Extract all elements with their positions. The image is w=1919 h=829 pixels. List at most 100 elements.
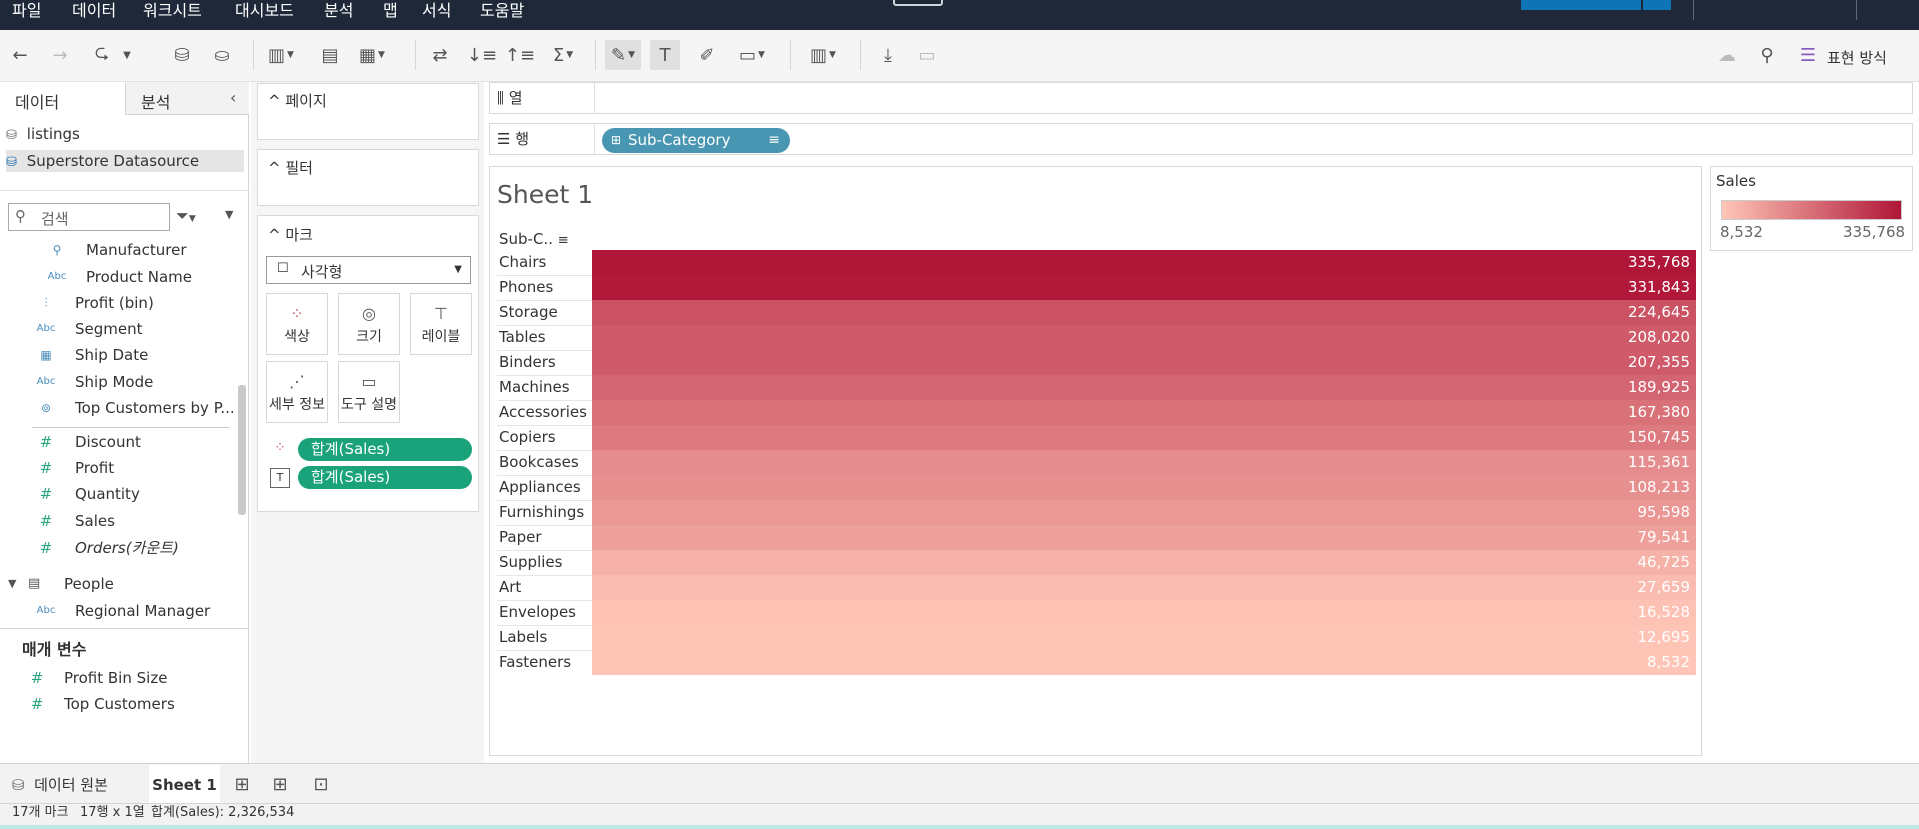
sort-ascending-icon[interactable]: ↓≡ [467,40,497,70]
mark-size-button[interactable]: ◎ 크기 [338,293,400,355]
fix-axes-icon[interactable]: ✐ [692,40,722,70]
replay-icon[interactable]: ⮎ [87,40,117,70]
sum-sales-color-pill[interactable]: 합계(Sales) [298,438,472,461]
new-worksheet-icon[interactable]: ⊞ [227,770,257,800]
menu-divider [1693,0,1694,20]
highlight-icon[interactable]: ✎ ▼ [605,40,641,70]
fit-icon[interactable]: ▭ ▼ [732,40,772,70]
datasource-superstore[interactable]: ⛁ Superstore Datasource [6,150,244,172]
row-label[interactable]: Copiers [499,425,556,450]
sort-descending-icon[interactable]: ↑≡ [505,40,535,70]
row-label[interactable]: Bookcases [499,450,579,475]
heatmap-cell[interactable]: 8,532 [592,650,1696,675]
publish-dropdown[interactable] [1643,0,1671,10]
menu-dashboard[interactable]: 대시보드 [235,0,294,30]
heatmap-cell[interactable]: 224,645 [592,300,1696,325]
pause-updates-icon[interactable]: ⛀ [207,40,237,70]
row-label[interactable]: Accessories [499,400,587,425]
tab-data-source[interactable]: ⛁ 데이터 원본 [12,770,108,800]
sum-sales-label-pill[interactable]: 합계(Sales) [298,466,472,489]
totals-icon[interactable]: Σ ▼ [548,40,578,70]
show-cards-icon[interactable]: ▥ ▼ [803,40,843,70]
row-label[interactable]: Chairs [499,250,546,275]
paint-icon[interactable]: ⚲ [1752,40,1782,70]
menu-file[interactable]: 파일 [12,0,41,30]
show-me-label[interactable]: 표현 방식 [1827,47,1887,68]
search-input[interactable]: ⚲ 검색 [8,203,170,231]
row-label[interactable]: Tables [499,325,546,350]
abc-icon: Abc [36,376,56,387]
row-label[interactable]: Phones [499,275,553,300]
heatmap-cell[interactable]: 150,745 [592,425,1696,450]
mark-detail-button[interactable]: ⋰ 세부 정보 [266,361,328,423]
datasource-listings[interactable]: ⛁ listings [6,123,244,145]
heatmap-cell[interactable]: 79,541 [592,525,1696,550]
chevron-down-icon: ▼ [454,264,462,275]
heatmap-cell[interactable]: 12,695 [592,625,1696,650]
columns-shelf[interactable]: ⫼ 열 [489,82,1913,114]
swap-icon[interactable]: ⇄ [425,40,455,70]
mark-type-select[interactable]: ☐ 사각형 ▼ [266,256,471,284]
row-separator [497,450,592,451]
menu-format[interactable]: 서식 [422,0,451,30]
heatmap-cell[interactable]: 46,725 [592,550,1696,575]
heatmap-cell[interactable]: 331,843 [592,275,1696,300]
row-label[interactable]: Labels [499,625,547,650]
row-label[interactable]: Appliances [499,475,581,500]
hash-icon: # [30,695,44,713]
hash-icon: # [39,433,53,451]
chevron-left-icon[interactable]: ‹ [230,88,236,107]
row-label[interactable]: Binders [499,350,556,375]
heatmap-cell[interactable]: 16,528 [592,600,1696,625]
menu-data[interactable]: 데이터 [72,0,116,30]
row-label[interactable]: Machines [499,375,570,400]
new-sheet-icon[interactable]: ▥ ▼ [266,40,296,70]
heatmap-cell[interactable]: 27,659 [592,575,1696,600]
row-label[interactable]: Storage [499,300,558,325]
menu-help[interactable]: 도움말 [480,0,524,30]
sort-icon: ≡ [557,233,569,248]
menu-worksheet[interactable]: 워크시트 [143,0,202,30]
new-datasource-icon[interactable]: ⛁ [167,40,197,70]
menu-map[interactable]: 맵 [383,0,398,30]
mark-label-button[interactable]: ⊤ 레이블 [410,293,472,355]
row-label[interactable]: Paper [499,525,541,550]
heatmap-cell[interactable]: 115,361 [592,450,1696,475]
show-me-icon[interactable]: ☰ [1793,40,1823,70]
show-labels-icon[interactable]: T [650,40,680,70]
chevron-down-icon[interactable]: ▼ [225,208,233,221]
row-label[interactable]: Furnishings [499,500,584,525]
row-label[interactable]: Envelopes [499,600,576,625]
heatmap-cell[interactable]: 207,355 [592,350,1696,375]
heatmap-cell[interactable]: 108,213 [592,475,1696,500]
heatmap-cell[interactable]: 167,380 [592,400,1696,425]
mark-tooltip-button[interactable]: ▭ 도구 설명 [338,361,400,423]
menu-analysis[interactable]: 분석 [324,0,353,30]
filter-fields-icon[interactable]: ⏷▼ [176,206,196,226]
heatmap-cell[interactable]: 335,768 [592,250,1696,275]
download-icon[interactable]: ⤓ [873,40,903,70]
new-dashboard-icon[interactable]: ⊞ [265,770,295,800]
heatmap-cell[interactable]: 95,598 [592,500,1696,525]
row-label[interactable]: Fasteners [499,650,571,675]
heatmap-cell[interactable]: 189,925 [592,375,1696,400]
row-label[interactable]: Art [499,575,521,600]
heatmap-cell[interactable]: 208,020 [592,325,1696,350]
mark-color-button[interactable]: ⁘ 색상 [266,293,328,355]
clear-sheet-icon[interactable]: ▦ ▼ [357,40,387,70]
new-story-icon[interactable]: ⊡ [306,770,336,800]
tab-sheet1[interactable]: Sheet 1 [149,765,220,803]
expand-icon: ⊞ [611,133,622,147]
tab-data[interactable]: 데이터 [0,82,125,115]
sub-category-header[interactable]: Sub-C.. ≡ [499,230,569,248]
publish-button[interactable] [1521,0,1641,10]
chevron-down-icon[interactable]: ▼ [117,40,137,70]
workbook-name-box[interactable] [893,0,943,6]
sub-category-pill[interactable]: ⊞ Sub-Category ≡ [602,128,790,153]
sheet-title[interactable]: Sheet 1 [497,180,593,209]
toolbar-divider [595,40,596,70]
row-label[interactable]: Supplies [499,550,562,575]
undo-icon[interactable]: ← [5,40,35,70]
scrollbar[interactable] [238,385,246,515]
duplicate-sheet-icon[interactable]: ▤ [315,40,345,70]
